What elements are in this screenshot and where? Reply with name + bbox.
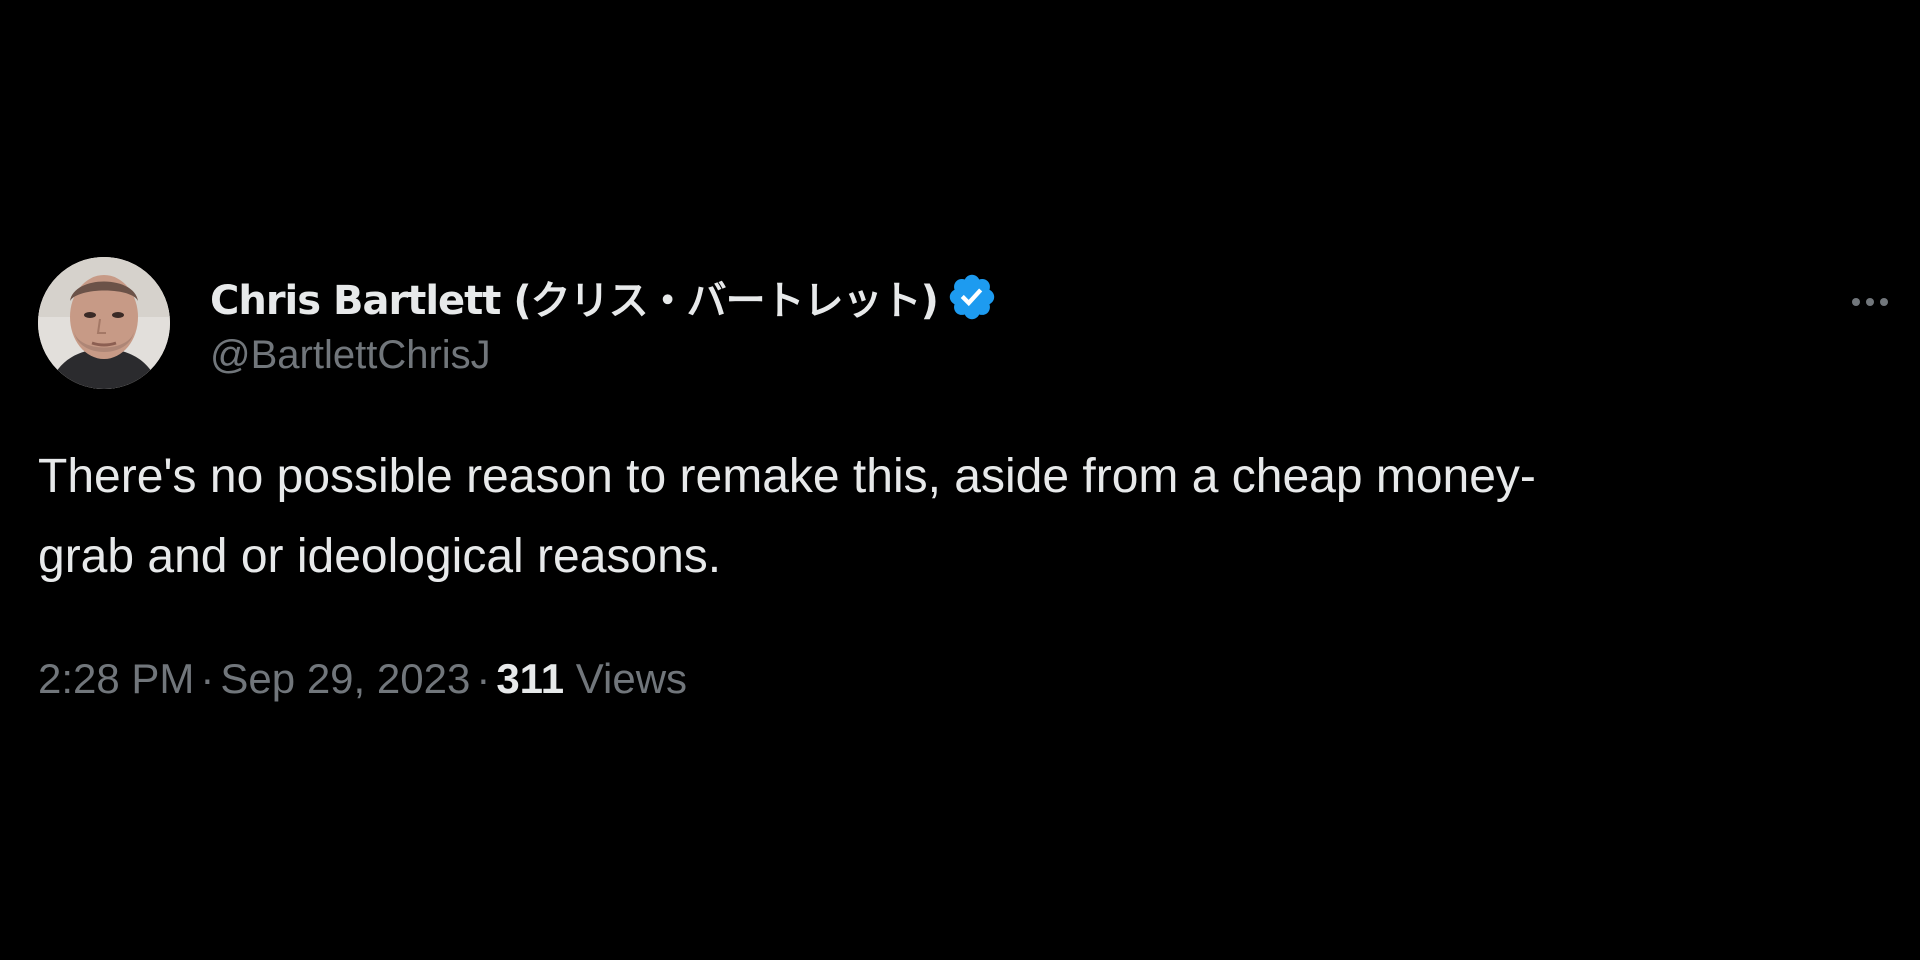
author-handle[interactable]: @BartlettChrisJ <box>210 333 1900 378</box>
verified-badge-icon[interactable] <box>946 271 998 323</box>
more-options-button[interactable] <box>1840 287 1900 317</box>
tweet: Chris Bartlett (クリス・バートレット) @BartlettChr… <box>38 257 1900 717</box>
profile-photo <box>38 257 170 389</box>
tweet-date[interactable]: Sep 29, 2023 <box>220 655 470 702</box>
more-horizontal-icon <box>1866 298 1874 306</box>
tweet-text-line: There's no possible reason to remake thi… <box>38 450 1536 503</box>
views-label: Views <box>575 655 688 702</box>
tweet-text-line: grab and or ideological reasons. <box>38 530 722 583</box>
tweet-time[interactable]: 2:28 PM <box>38 655 194 702</box>
tweet-text: There's no possible reason to remake thi… <box>38 437 1838 597</box>
meta-separator: · <box>476 655 491 702</box>
more-horizontal-icon <box>1852 298 1860 306</box>
tweet-header: Chris Bartlett (クリス・バートレット) @BartlettChr… <box>210 267 1900 387</box>
tweet-meta: 2:28 PM · Sep 29, 2023 · 311 Views <box>38 655 687 703</box>
name-row: Chris Bartlett (クリス・バートレット) <box>210 267 1900 327</box>
avatar[interactable] <box>38 257 170 389</box>
meta-separator: · <box>200 655 215 702</box>
more-horizontal-icon <box>1880 298 1888 306</box>
views-count[interactable]: 311 <box>496 655 564 702</box>
author-display-name[interactable]: Chris Bartlett (クリス・バートレット) <box>210 268 939 326</box>
